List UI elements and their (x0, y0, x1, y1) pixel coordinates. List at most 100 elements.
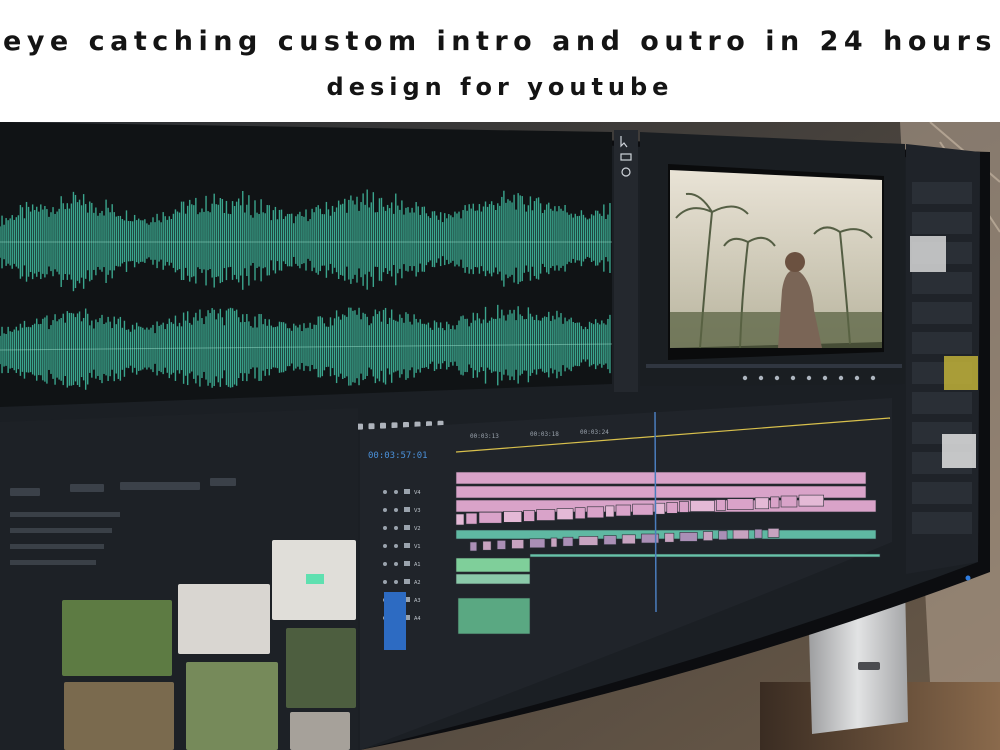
project-list-row[interactable] (10, 560, 96, 565)
audio-clip-a2[interactable] (562, 536, 574, 547)
video-clip-v1[interactable] (666, 501, 678, 514)
video-clip-v1[interactable] (726, 498, 754, 511)
audio-clip-a2[interactable] (702, 531, 713, 541)
audio-clip-a2[interactable] (529, 538, 546, 549)
effect-row[interactable] (912, 482, 972, 504)
track-label: A4 (414, 616, 421, 622)
project-panel (0, 408, 358, 750)
power-led (965, 575, 971, 581)
video-clip-v1[interactable] (465, 512, 478, 525)
play-icon[interactable] (380, 422, 386, 429)
audio-clip-a2[interactable] (482, 540, 492, 551)
video-clip-v1[interactable] (523, 510, 535, 522)
effect-row[interactable] (912, 212, 972, 234)
clip-thumbnail[interactable] (186, 662, 278, 750)
track-target-selector[interactable] (384, 592, 406, 650)
audio-clip-a2[interactable] (732, 529, 750, 540)
video-clip-v1[interactable] (632, 503, 654, 516)
video-clip-v1[interactable] (605, 505, 615, 518)
effect-row[interactable] (912, 332, 972, 354)
editor-scene: 00:03:57:01 00:03:13 00:03:18 00:03:24 V4 V… (0, 122, 1000, 750)
clip-thumbnail[interactable] (178, 584, 270, 654)
project-tab[interactable] (70, 484, 104, 492)
project-list-row[interactable] (10, 544, 104, 549)
headline-banner: eye catching custom intro and outro in 2… (0, 0, 1000, 122)
thumbnail-white (910, 236, 946, 272)
audio-clip-a2[interactable] (511, 539, 525, 549)
video-clip-v1[interactable] (780, 495, 798, 508)
audio-clip-a2[interactable] (679, 532, 698, 542)
razor-tool-icon[interactable] (368, 423, 375, 430)
timeline-marker-label: 00:03:24 (580, 429, 609, 436)
step-forward-icon[interactable] (403, 422, 409, 428)
effect-row[interactable] (912, 272, 972, 294)
program-control-icon[interactable] (870, 375, 876, 381)
thumbnail-white-2 (942, 434, 976, 468)
audio-level-line[interactable] (529, 553, 881, 558)
project-tab[interactable] (210, 478, 236, 486)
video-clip-v1[interactable] (690, 500, 715, 512)
tools-strip[interactable] (614, 130, 638, 392)
audio-clip-a2[interactable] (469, 541, 478, 552)
effect-row[interactable] (912, 512, 972, 534)
track-label: A1 (414, 562, 421, 568)
video-clip-v1[interactable] (455, 513, 465, 526)
timeline-marker-label: 00:03:13 (470, 433, 499, 440)
video-clip-v1[interactable] (615, 504, 631, 517)
audio-clip-a2[interactable] (664, 532, 675, 543)
audio-clip-a2[interactable] (550, 537, 558, 548)
waveform-panel (0, 122, 613, 407)
audio-clip-a2[interactable] (718, 530, 728, 541)
program-control-icon[interactable] (854, 375, 860, 381)
video-clip-v1[interactable] (503, 510, 522, 523)
audio-clip-a2[interactable] (767, 528, 780, 538)
project-list-row[interactable] (10, 512, 120, 517)
audio-clip-a2[interactable] (496, 540, 506, 550)
program-control-icon[interactable] (822, 375, 828, 381)
headline-subtitle: design for youtube (326, 73, 674, 101)
video-clip-v1[interactable] (556, 508, 574, 520)
program-control-icon[interactable] (758, 375, 764, 381)
audio-clip-a2[interactable] (621, 534, 636, 545)
editing-monitor-photo: 00:03:57:01 00:03:13 00:03:18 00:03:24 V4 V… (0, 122, 1000, 750)
playhead[interactable] (654, 411, 657, 613)
audio-clip-a4[interactable] (457, 597, 531, 635)
program-control-icon[interactable] (806, 375, 812, 381)
video-clip-v1[interactable] (478, 511, 502, 524)
step-back-icon[interactable] (391, 422, 398, 429)
video-clip-v1[interactable] (754, 497, 769, 510)
effect-row[interactable] (912, 302, 972, 324)
audio-clip-a3[interactable] (455, 557, 531, 573)
project-list-row[interactable] (10, 528, 112, 533)
right-panel (906, 144, 980, 574)
program-monitor (640, 132, 905, 386)
audio-clip-a2[interactable] (754, 528, 763, 539)
video-clip-v1[interactable] (586, 506, 605, 519)
audio-clip-a2[interactable] (603, 535, 617, 545)
video-clip-v1[interactable] (798, 494, 824, 507)
video-clip-v1[interactable] (654, 502, 666, 515)
video-clip-v1[interactable] (679, 501, 689, 513)
clip-thumbnail[interactable] (62, 600, 172, 676)
track-label: V3 (414, 508, 421, 514)
program-control-icon[interactable] (790, 375, 796, 381)
clip-thumbnail[interactable] (64, 682, 174, 750)
video-clip-v4[interactable] (455, 471, 867, 485)
project-tab[interactable] (10, 488, 40, 496)
video-clip-v1[interactable] (716, 499, 726, 511)
video-clip-v1[interactable] (574, 507, 586, 520)
audio-clip-a2[interactable] (578, 536, 599, 546)
program-control-icon[interactable] (742, 375, 748, 381)
thumbnail-badge (306, 574, 324, 584)
video-clip-v1[interactable] (536, 509, 556, 521)
program-control-icon[interactable] (774, 375, 780, 381)
audio-clip-a3-b[interactable] (455, 573, 531, 585)
clip-thumbnail[interactable] (286, 628, 356, 708)
effect-row[interactable] (912, 182, 972, 204)
video-clip-v1[interactable] (770, 496, 780, 509)
clip-thumbnail[interactable] (290, 712, 350, 750)
effect-row[interactable] (912, 392, 972, 414)
track-label: V4 (414, 490, 421, 496)
project-tab[interactable] (120, 482, 200, 490)
program-control-icon[interactable] (838, 375, 844, 381)
